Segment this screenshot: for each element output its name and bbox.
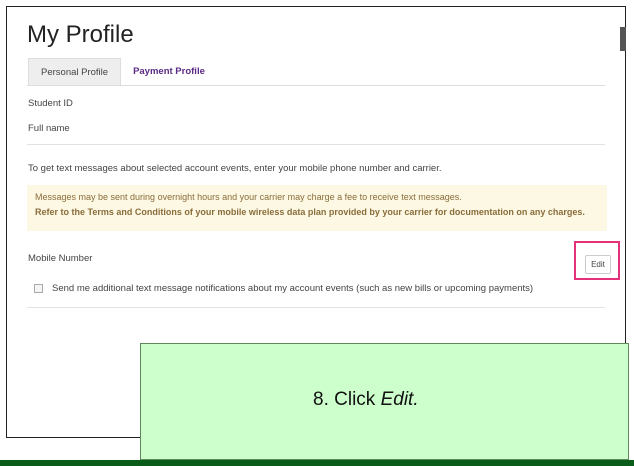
notification-checkbox-label: Send me additional text message notifica… [52, 283, 534, 294]
student-id-label: Student ID [28, 98, 73, 109]
tab-payment-profile[interactable]: Payment Profile [121, 58, 217, 85]
section-divider [27, 144, 605, 145]
scrollbar-thumb[interactable] [620, 27, 626, 51]
page-title: My Profile [27, 21, 134, 48]
sms-fee-notice: Messages may be sent during overnight ho… [27, 185, 607, 231]
instruction-step: 8. Click [313, 389, 381, 410]
bottom-divider [27, 307, 605, 308]
notice-line-2: Refer to the Terms and Conditions of you… [35, 207, 585, 217]
tab-divider [27, 85, 605, 86]
edit-button[interactable]: Edit [585, 255, 611, 274]
profile-tabs: Personal Profile Payment Profile [28, 58, 217, 85]
notification-checkbox[interactable] [34, 284, 43, 293]
tab-personal-profile[interactable]: Personal Profile [28, 58, 122, 85]
notice-line-1: Messages may be sent during overnight ho… [35, 192, 462, 202]
notification-option: Send me additional text message notifica… [34, 283, 533, 294]
footer-bar [0, 460, 634, 466]
full-name-label: Full name [28, 123, 70, 134]
mobile-number-label: Mobile Number [28, 253, 93, 264]
instruction-action: Edit. [380, 389, 419, 410]
instruction-text: 8. Click Edit. [313, 389, 419, 411]
instruction-callout: 8. Click Edit. [140, 343, 629, 460]
sms-intro-text: To get text messages about selected acco… [28, 163, 442, 174]
